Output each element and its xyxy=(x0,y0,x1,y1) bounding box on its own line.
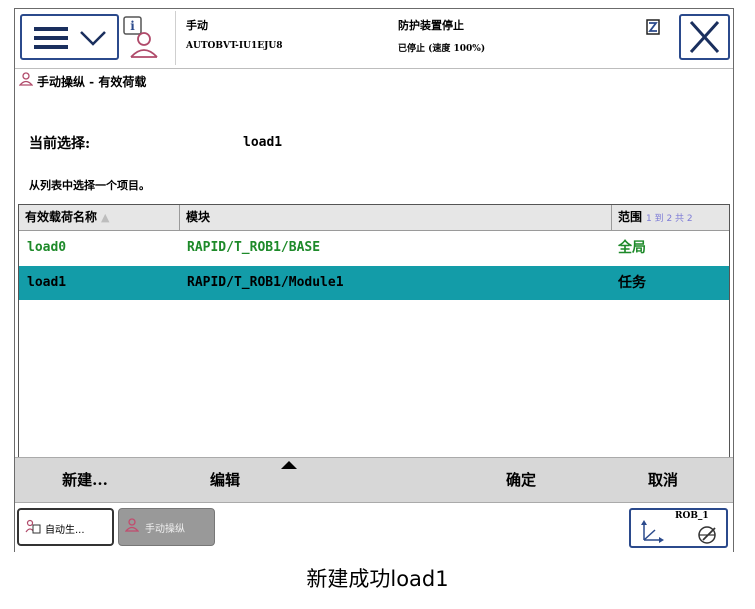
close-icon xyxy=(689,20,720,54)
menu-up-arrow-icon xyxy=(281,461,297,469)
table-row[interactable]: load0 RAPID/T_ROB1/BASE 全局 xyxy=(19,231,729,265)
quickset-icon[interactable] xyxy=(646,19,660,35)
sort-ascending-icon: ▲ xyxy=(101,211,110,224)
instruction-text: 从列表中选择一个项目。 xyxy=(29,179,150,192)
jogging-icon xyxy=(125,518,139,532)
status-panel[interactable]: 手动 AUTOBVT-IU1EJU8 防护装置停止 已停止 (速度 100%) xyxy=(175,11,648,65)
cancel-button[interactable]: 取消 xyxy=(593,458,733,502)
column-header-name[interactable]: 有效载荷名称 ▲ xyxy=(19,205,180,230)
coordinate-axes-icon xyxy=(641,520,664,543)
current-selection-value: load1 xyxy=(243,135,283,150)
tool-icon xyxy=(698,526,716,544)
column-header-scope[interactable]: 范围 1 到 2 共 2 xyxy=(612,205,729,230)
column-header-module[interactable]: 模块 xyxy=(180,205,612,230)
jogging-icon xyxy=(19,72,33,86)
main-menu-button[interactable] xyxy=(20,14,119,60)
speed-status: 已停止 (速度 100%) xyxy=(398,44,486,54)
current-selection-label: 当前选择: xyxy=(29,136,91,152)
controller-name: AUTOBVT-IU1EJU8 xyxy=(186,41,283,51)
new-button[interactable]: 新建... xyxy=(15,458,155,502)
flexpendant-window: i 手动 AUTOBVT-IU1EJU8 防护装置停止 已停止 (速度 100%… xyxy=(14,8,734,553)
close-button[interactable] xyxy=(679,14,730,60)
payload-module: RAPID/T_ROB1/Module1 xyxy=(187,275,344,290)
task-label: 自动生... xyxy=(45,525,85,536)
task-label: 手动操纵 xyxy=(145,524,185,535)
event-log-icon[interactable]: i xyxy=(121,15,161,61)
robot-status-button[interactable]: ROB_1 xyxy=(629,508,728,548)
top-bar: i 手动 AUTOBVT-IU1EJU8 防护装置停止 已停止 (速度 100%… xyxy=(15,9,733,67)
table-row-selected[interactable]: load1 RAPID/T_ROB1/Module1 任务 xyxy=(19,266,729,300)
breadcrumb-title: 手动操纵 - 有效荷载 xyxy=(37,75,147,89)
taskbar: 自动生... 手动操纵 ROB_1 xyxy=(15,502,733,553)
operating-mode: 手动 xyxy=(186,19,208,32)
payload-scope: 任务 xyxy=(618,275,646,291)
hamburger-icon xyxy=(34,27,68,49)
svg-text:i: i xyxy=(130,19,135,33)
breadcrumb: 手动操纵 - 有效荷载 xyxy=(15,68,733,91)
ok-button[interactable]: 确定 xyxy=(451,458,591,502)
chevron-down-icon xyxy=(80,31,106,46)
figure-caption: 新建成功load1 xyxy=(306,567,449,591)
task-jogging[interactable]: 手动操纵 xyxy=(118,508,215,546)
command-bar: 新建... 编辑 确定 取消 xyxy=(15,457,733,502)
payload-table: 有效载荷名称 ▲ 模块 范围 1 到 2 共 2 load0 RAPID/T_ROB… xyxy=(18,204,730,462)
table-header: 有效载荷名称 ▲ 模块 范围 1 到 2 共 2 xyxy=(19,205,729,231)
pager-text: 1 到 2 共 2 xyxy=(646,214,693,224)
controller-state: 防护装置停止 xyxy=(398,19,464,32)
edit-button[interactable]: 编辑 xyxy=(155,458,295,502)
payload-module: RAPID/T_ROB1/BASE xyxy=(187,240,321,255)
payload-name: load1 xyxy=(27,275,67,290)
robot-name: ROB_1 xyxy=(675,511,709,521)
payload-scope: 全局 xyxy=(618,240,646,256)
task-autogen[interactable]: 自动生... xyxy=(17,508,114,546)
payload-name: load0 xyxy=(27,240,67,255)
program-window-icon xyxy=(25,519,41,534)
